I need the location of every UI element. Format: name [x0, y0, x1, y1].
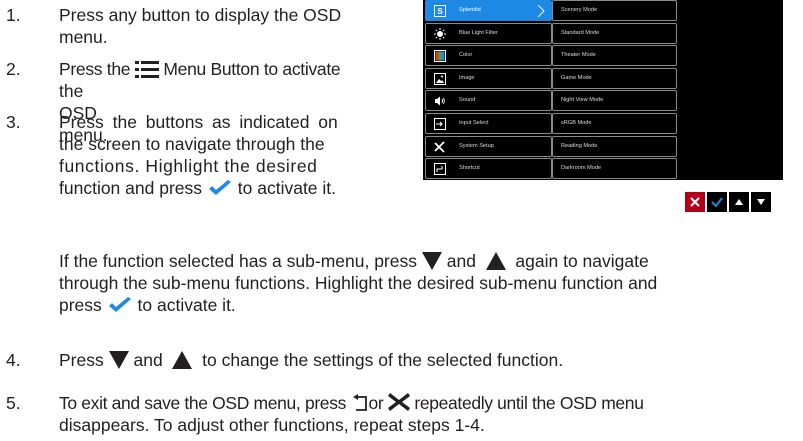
sound-icon [435, 96, 445, 106]
osd-sub-item[interactable]: Game Mode [552, 67, 677, 89]
osd-menu-label: Shortcut [459, 165, 480, 172]
image-icon [434, 72, 446, 85]
paragraph-line: If the function selected has a sub-menu,… [59, 250, 649, 272]
osd-menu-item-image[interactable]: Image [425, 67, 552, 89]
step-text-line: functions. Highlight the desired [59, 156, 318, 176]
osd-confirm-button[interactable] [707, 192, 727, 212]
step-number: 1. [6, 5, 21, 25]
down-arrow-icon [108, 351, 129, 369]
up-arrow-icon [485, 252, 506, 270]
osd-menu-item-splendid[interactable]: S Splendid [425, 0, 552, 21]
osd-menu-item-shortcut[interactable]: Shortcut [425, 158, 552, 180]
text-fragment: If the function selected has a sub-menu,… [59, 251, 417, 271]
close-icon [387, 393, 410, 411]
osd-close-button[interactable] [685, 192, 705, 212]
osd-sub-item[interactable]: Theater Mode [552, 45, 677, 67]
osd-sub-menu: Scenery Mode Standard Mode Theater Mode … [552, 0, 677, 181]
down-arrow-icon [421, 252, 442, 270]
step-text-line: function and press to activate it. [59, 177, 336, 199]
text-fragment: repeatedly until the OSD menu [414, 393, 644, 413]
text-fragment: to change the settings of the selected f… [202, 350, 564, 370]
text-fragment: Press [59, 350, 104, 370]
step-text-line: Press and to change the settings of the … [59, 349, 563, 371]
osd-menu-label: Image [459, 74, 475, 81]
step-text-line: To exit and save the OSD menu, press or … [59, 392, 644, 414]
checkmark-icon [208, 180, 231, 195]
splendid-icon: S [434, 5, 446, 17]
osd-menu-item-blue-light-filter[interactable]: Blue Light Filter [425, 22, 552, 44]
color-icon [434, 50, 446, 63]
osd-menu-item-color[interactable]: Color [425, 45, 552, 67]
text-fragment: press [59, 295, 102, 315]
text-fragment: or [368, 393, 384, 413]
svg-text:S: S [437, 7, 443, 16]
checkmark-icon [711, 197, 723, 208]
blue-light-icon [434, 27, 446, 40]
step-text-fragment: to activate it. [237, 178, 337, 198]
text-fragment: and [446, 251, 476, 271]
step-number: 2. [6, 59, 21, 79]
system-setup-icon [434, 140, 445, 153]
text-fragment: to activate it. [137, 295, 236, 315]
step-number: 4. [6, 350, 21, 370]
down-arrow-icon [757, 199, 765, 205]
text-fragment: To exit and save the OSD menu, press [59, 393, 346, 413]
osd-main-menu: S Splendid Blue Light Filter Color Image… [425, 0, 552, 181]
osd-menu-label: Input Select [459, 119, 489, 126]
osd-menu-label: Sound [459, 97, 476, 104]
osd-menu-label: Color [459, 52, 473, 59]
step-text-line: Press any button to display the OSD [59, 5, 342, 25]
text-fragment: again to navigate [515, 251, 649, 271]
checkmark-icon [108, 297, 131, 312]
step-number: 5. [6, 393, 21, 413]
osd-menu-item-sound[interactable]: Sound [425, 90, 552, 112]
step-text-fragment: Menu Button to activate [163, 59, 341, 79]
step-number: 3. [6, 112, 21, 132]
step-text-line: Press the Menu Button to activate [59, 58, 341, 80]
paragraph-line: press to activate it. [59, 294, 236, 316]
step-text-fragment: function and press [59, 178, 203, 198]
osd-up-button[interactable] [729, 192, 749, 212]
input-select-icon [434, 117, 446, 130]
osd-menu: S Splendid Blue Light Filter Color Image… [423, 0, 783, 180]
step-text-line: the screen to navigate through the [59, 134, 325, 154]
shortcut-icon [434, 163, 446, 176]
osd-menu-label: Blue Light Filter [459, 29, 498, 36]
osd-down-button[interactable] [751, 192, 771, 212]
osd-sub-item[interactable]: Night View Mode [552, 90, 677, 112]
osd-menu-label: Splendid [459, 7, 481, 13]
up-arrow-icon [735, 199, 743, 205]
text-fragment: and [133, 350, 163, 370]
back-icon [352, 394, 367, 411]
osd-sub-item[interactable]: Reading Mode [552, 135, 677, 157]
osd-menu-label: System Setup [459, 142, 494, 149]
paragraph-line: through the sub-menu functions. Highligh… [59, 273, 658, 293]
step-text-line: menu. [59, 27, 108, 47]
step-text-line: Press the buttons as indicated on [59, 112, 338, 132]
osd-menu-item-system-setup[interactable]: System Setup [425, 135, 552, 157]
osd-menu-item-input-select[interactable]: Input Select [425, 112, 552, 134]
chevron-right-icon [537, 5, 545, 17]
menu-icon [134, 61, 159, 78]
step-text-fragment: Press the [59, 59, 131, 79]
up-arrow-icon [172, 351, 193, 369]
osd-sub-item[interactable]: sRGB Mode [552, 112, 677, 134]
osd-sub-item[interactable]: Darkroom Mode [552, 158, 677, 180]
osd-sub-item[interactable]: Scenery Mode [552, 0, 677, 21]
step-text-line: disappears. To adjust other functions, r… [59, 415, 485, 435]
close-icon [690, 197, 700, 207]
osd-sub-item[interactable]: Standard Mode [552, 22, 677, 44]
